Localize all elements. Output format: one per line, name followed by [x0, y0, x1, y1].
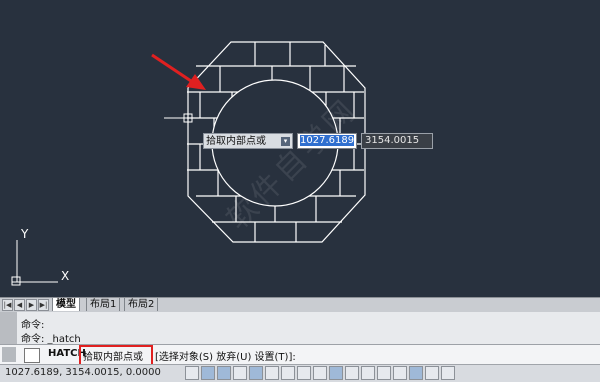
tab-nav-first-button[interactable]: |◀	[2, 299, 13, 311]
workspace-icon[interactable]	[425, 366, 439, 380]
snap-mode-icon[interactable]	[201, 366, 215, 380]
dynamic-ucs-icon[interactable]	[313, 366, 327, 380]
dropdown-arrow-icon[interactable]: ▾	[281, 137, 290, 146]
plus-icon[interactable]	[441, 366, 455, 380]
tab-model[interactable]: 模型	[52, 298, 80, 311]
command-options[interactable]: [选择对象(S) 放弃(U) 设置(T)]:	[155, 348, 296, 363]
annotation-monitor-icon[interactable]	[409, 366, 423, 380]
ucs-y-label: Y	[20, 227, 29, 241]
object-snap-icon[interactable]	[265, 366, 279, 380]
annotation-arrow	[151, 53, 206, 90]
x-value: 1027.6189	[300, 135, 355, 146]
grid-display-icon[interactable]	[217, 366, 231, 380]
tab-nav-prev-button[interactable]: ◀	[14, 299, 25, 311]
selection-cycling-icon[interactable]	[393, 366, 407, 380]
tab-layout2[interactable]: 布局2	[124, 298, 159, 311]
transparency-icon[interactable]	[361, 366, 375, 380]
command-window-grip[interactable]	[0, 312, 17, 344]
dynamic-input-y-field[interactable]: 3154.0015	[361, 133, 433, 149]
wrench-icon[interactable]	[2, 347, 16, 362]
quick-properties-icon[interactable]	[377, 366, 391, 380]
drawing-viewport[interactable]: Y X 软件自学网 拾取内部点或 ▾ 1027.6189 3154.0015	[0, 0, 600, 297]
crosshair-cursor	[164, 96, 214, 138]
3d-object-snap-icon[interactable]	[281, 366, 295, 380]
layout-tab-bar: |◀ ◀ ▶ ▶| 模型 布局1 布局2	[0, 297, 600, 312]
dynamic-input-icon[interactable]	[329, 366, 343, 380]
tab-nav-next-button[interactable]: ▶	[26, 299, 37, 311]
coordinate-readout: 1027.6189, 3154.0015, 0.0000	[5, 367, 161, 378]
dynamic-input-prompt[interactable]: 拾取内部点或 ▾	[203, 133, 293, 149]
lineweight-icon[interactable]	[345, 366, 359, 380]
command-history-line-2: 命令: _hatch	[21, 334, 81, 345]
command-history-line-1: 命令:	[21, 320, 45, 331]
tab-nav-last-button[interactable]: ▶|	[38, 299, 49, 311]
object-snap-tracking-icon[interactable]	[297, 366, 311, 380]
recent-commands-icon[interactable]	[24, 348, 40, 363]
infer-constraints-icon[interactable]	[185, 366, 199, 380]
command-history	[0, 312, 600, 344]
ucs-icon	[11, 240, 58, 286]
ucs-x-label: X	[61, 269, 69, 283]
status-bar: 1027.6189, 3154.0015, 0.0000	[0, 364, 600, 382]
polar-tracking-icon[interactable]	[249, 366, 263, 380]
tab-layout1[interactable]: 布局1	[86, 298, 121, 311]
ortho-mode-icon[interactable]	[233, 366, 247, 380]
dynamic-input-x-field[interactable]: 1027.6189	[297, 133, 357, 149]
dynamic-input-prompt-label: 拾取内部点或	[206, 136, 266, 147]
